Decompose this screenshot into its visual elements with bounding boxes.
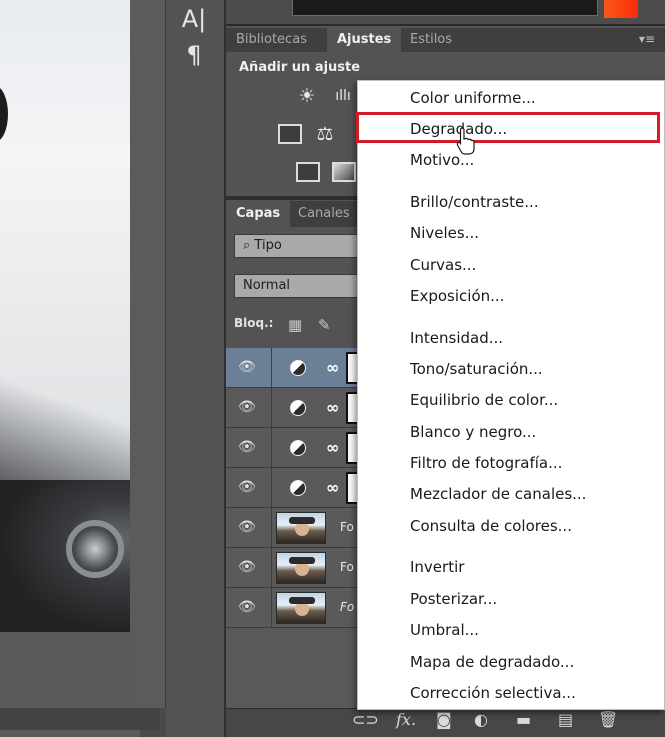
- color-spectrum[interactable]: [292, 0, 598, 16]
- adjustments-tab-bar: Bibliotecas Ajustes Estilos ▾≡: [226, 28, 665, 52]
- brightness-icon[interactable]: ☀: [294, 84, 320, 108]
- adjustment-layer-icon: [290, 480, 306, 496]
- eye-icon[interactable]: 👁: [238, 479, 256, 495]
- photo-dark-spot: [0, 86, 8, 142]
- tab-ajustes[interactable]: Ajustes: [327, 28, 402, 52]
- eye-icon[interactable]: 👁: [238, 359, 256, 375]
- menu-item-equilibrio-color[interactable]: Equilibrio de color...: [410, 389, 558, 411]
- layer-name: Fo: [340, 600, 355, 614]
- visibility-cell: 👁: [226, 468, 272, 508]
- fx-icon[interactable]: fx.: [396, 710, 416, 729]
- eye-icon[interactable]: 👁: [238, 399, 256, 415]
- tab-capas[interactable]: Capas: [226, 201, 291, 227]
- photo-camera-knob: [66, 520, 124, 578]
- new-layer-icon[interactable]: ▤: [558, 710, 573, 729]
- levels-icon[interactable]: ıllı: [330, 84, 356, 108]
- gradient-map-icon[interactable]: [332, 162, 356, 182]
- visibility-cell: 👁: [226, 388, 272, 428]
- search-icon: ⌕: [243, 238, 251, 253]
- photoshop-window: A| ¶ Bibliotecas Ajustes Estilos ▾≡ Añad…: [0, 0, 665, 737]
- adjustment-layer-menu: Color uniforme... Degradado... Motivo...…: [357, 80, 665, 710]
- link-layers-icon[interactable]: ⊂⊃: [352, 710, 379, 729]
- canvas-status-strip: [0, 708, 160, 730]
- menu-item-filtro-fotografia[interactable]: Filtro de fotografía...: [410, 452, 562, 474]
- new-adjustment-icon[interactable]: ◐: [474, 710, 488, 729]
- menu-item-brillo-contraste[interactable]: Brillo/contraste...: [410, 191, 539, 213]
- adjustment-layer-icon: [290, 440, 306, 456]
- layer-thumbnail[interactable]: [276, 512, 326, 544]
- photo-image: [0, 0, 130, 632]
- menu-item-posterizar[interactable]: Posterizar...: [410, 588, 497, 610]
- menu-item-blanco-negro[interactable]: Blanco y negro...: [410, 421, 536, 443]
- layer-thumbnail[interactable]: [276, 592, 326, 624]
- document-canvas[interactable]: [0, 0, 160, 737]
- thumb-face: [295, 522, 309, 536]
- link-icon[interactable]: ∞: [326, 358, 339, 377]
- menu-item-intensidad[interactable]: Intensidad...: [410, 327, 503, 349]
- lock-brush-icon[interactable]: ✎: [318, 316, 331, 334]
- tool-strip: A| ¶: [166, 0, 226, 737]
- thumb-hat: [289, 597, 315, 604]
- eye-icon[interactable]: 👁: [238, 599, 256, 615]
- eye-icon[interactable]: 👁: [238, 519, 256, 535]
- visibility-cell: 👁: [226, 508, 272, 548]
- menu-item-niveles[interactable]: Niveles...: [410, 222, 479, 244]
- eye-icon[interactable]: 👁: [238, 439, 256, 455]
- trash-icon[interactable]: 🗑: [598, 710, 618, 729]
- visibility-cell: 👁: [226, 588, 272, 628]
- menu-item-curvas[interactable]: Curvas...: [410, 254, 476, 276]
- lock-transparent-icon[interactable]: ▦: [288, 316, 302, 334]
- color-swatch-row: [226, 0, 665, 26]
- link-icon[interactable]: ∞: [326, 478, 339, 497]
- layer-name: Fo: [340, 560, 354, 574]
- photo-filter-icon[interactable]: [296, 162, 320, 182]
- new-group-folder-icon[interactable]: ▬: [516, 710, 531, 729]
- foreground-color-swatch[interactable]: [604, 0, 638, 18]
- menu-item-invertir[interactable]: Invertir: [410, 556, 464, 578]
- tab-canales[interactable]: Canales: [288, 201, 360, 227]
- visibility-cell: 👁: [226, 548, 272, 588]
- highlight-box: [356, 112, 660, 143]
- menu-item-mapa-degradado[interactable]: Mapa de degradado...: [410, 651, 574, 673]
- thumb-hat: [289, 557, 315, 564]
- layer-name: Fo: [340, 520, 354, 534]
- lock-label: Bloq.:: [234, 316, 274, 330]
- type-tool-icon[interactable]: A|: [180, 4, 208, 34]
- layer-filter-label: Tipo: [254, 238, 282, 253]
- link-icon[interactable]: ∞: [326, 398, 339, 417]
- balance-icon[interactable]: ⚖: [312, 122, 338, 146]
- tab-estilos[interactable]: Estilos: [400, 28, 462, 52]
- menu-item-mezclador-canales[interactable]: Mezclador de canales...: [410, 483, 586, 505]
- menu-item-correccion-selectiva[interactable]: Corrección selectiva...: [410, 682, 576, 704]
- paragraph-icon[interactable]: ¶: [180, 40, 208, 70]
- link-icon[interactable]: ∞: [326, 438, 339, 457]
- menu-item-consulta-colores[interactable]: Consulta de colores...: [410, 515, 572, 537]
- visibility-cell: 👁: [226, 428, 272, 468]
- eye-icon[interactable]: 👁: [238, 559, 256, 575]
- adjustment-layer-icon: [290, 360, 306, 376]
- add-mask-icon[interactable]: ◙: [436, 710, 452, 729]
- menu-item-umbral[interactable]: Umbral...: [410, 619, 479, 641]
- menu-item-tono-saturacion[interactable]: Tono/saturación...: [410, 358, 543, 380]
- menu-item-color-uniforme[interactable]: Color uniforme...: [410, 87, 536, 109]
- adjustments-title: Añadir un ajuste: [239, 60, 361, 75]
- thumb-face: [295, 602, 309, 616]
- panel-menu-icon[interactable]: ▾≡: [639, 32, 655, 46]
- tab-bibliotecas[interactable]: Bibliotecas: [226, 28, 317, 52]
- thumb-face: [295, 562, 309, 576]
- curves-icon[interactable]: [278, 124, 302, 144]
- thumb-hat: [289, 517, 315, 524]
- visibility-cell: 👁: [226, 348, 272, 388]
- adjustment-layer-icon: [290, 400, 306, 416]
- canvas-scroll-gap: [130, 0, 166, 708]
- layer-thumbnail[interactable]: [276, 552, 326, 584]
- mouse-cursor-icon: [456, 127, 475, 155]
- menu-item-exposicion[interactable]: Exposición...: [410, 285, 504, 307]
